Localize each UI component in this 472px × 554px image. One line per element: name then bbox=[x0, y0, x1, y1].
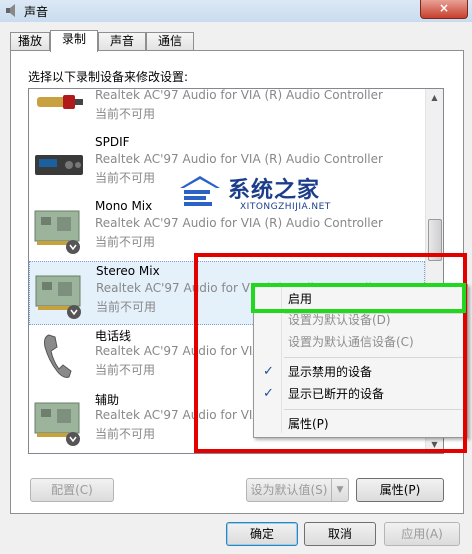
menu-item-show-disconnected[interactable]: ✓ 显示已断开的设备 bbox=[254, 383, 467, 405]
title-bar: 声音 × bbox=[0, 0, 472, 22]
spdif-device-icon bbox=[35, 155, 83, 175]
menu-item-set-default-comm[interactable]: 设置为默认通信设备(C) bbox=[254, 331, 467, 353]
device-name: Mono Mix bbox=[95, 199, 153, 213]
sound-dialog: 声音 × 播放 录制 声音 通信 选择以下录制设备来修改设置: Realtek … bbox=[0, 0, 472, 554]
rca-plug-icon bbox=[37, 95, 83, 109]
device-desc: Realtek AC'97 Audio for VIA (R) Audio Co… bbox=[95, 88, 383, 102]
menu-item-label: 属性(P) bbox=[288, 417, 329, 431]
watermark-text: 系统之家 bbox=[228, 178, 321, 203]
tab-recording[interactable]: 录制 bbox=[50, 30, 98, 52]
device-status: 当前不可用 bbox=[95, 107, 156, 121]
cancel-button[interactable]: 取消 bbox=[304, 522, 376, 546]
close-button[interactable]: × bbox=[420, 0, 468, 19]
sound-card-icon bbox=[35, 275, 81, 319]
device-name: 辅助 bbox=[95, 393, 120, 407]
device-name: Stereo Mix bbox=[96, 264, 160, 278]
window-title: 声音 bbox=[24, 5, 49, 19]
context-menu: 启用 设置为默认设备(D) 设置为默认通信设备(C) ✓ 显示禁用的设备 ✓ 显… bbox=[253, 284, 468, 438]
configure-button[interactable]: 配置(C) bbox=[30, 478, 114, 502]
scroll-thumb[interactable] bbox=[428, 219, 442, 261]
set-default-dropdown-icon[interactable]: ▼ bbox=[331, 478, 349, 502]
menu-item-set-default[interactable]: 设置为默认设备(D) bbox=[254, 309, 467, 331]
ok-button[interactable]: 确定 bbox=[226, 522, 298, 546]
watermark-subtext: XITONGZHIJIA.NET bbox=[240, 202, 331, 212]
device-status: 当前不可用 bbox=[95, 171, 156, 185]
telephone-icon bbox=[44, 334, 72, 378]
checkmark-icon: ✓ bbox=[263, 386, 274, 401]
menu-item-label: 显示禁用的设备 bbox=[288, 365, 373, 379]
device-status: 当前不可用 bbox=[95, 235, 156, 249]
menu-item-label: 显示已断开的设备 bbox=[288, 387, 385, 401]
menu-separator bbox=[284, 409, 464, 410]
properties-button[interactable]: 属性(P) bbox=[356, 478, 444, 502]
scroll-up-icon[interactable]: ▲ bbox=[426, 89, 443, 106]
watermark-icon bbox=[180, 176, 220, 206]
device-status: 当前不可用 bbox=[95, 363, 156, 377]
menu-item-label: 设置为默认通信设备(C) bbox=[288, 335, 414, 349]
menu-item-label: 启用 bbox=[288, 292, 313, 306]
menu-separator bbox=[284, 357, 464, 358]
speaker-icon bbox=[6, 4, 15, 17]
sound-card-icon bbox=[34, 402, 80, 446]
menu-item-label: 设置为默认设备(D) bbox=[288, 313, 391, 327]
scroll-down-icon[interactable]: ▼ bbox=[426, 436, 443, 453]
menu-item-enable[interactable]: 启用 bbox=[254, 288, 467, 310]
checkmark-icon: ✓ bbox=[263, 364, 274, 379]
device-name: 电话线 bbox=[95, 329, 132, 343]
instruction-text: 选择以下录制设备来修改设置: bbox=[28, 70, 189, 84]
tab-playback[interactable]: 播放 bbox=[10, 32, 50, 51]
device-status: 当前不可用 bbox=[95, 427, 156, 441]
set-default-button[interactable]: 设为默认值(S) bbox=[246, 478, 332, 502]
device-desc: Realtek AC'97 Audio for VIA (R) Audio Co… bbox=[95, 152, 383, 166]
tab-communications[interactable]: 通信 bbox=[146, 32, 194, 51]
menu-item-properties[interactable]: 属性(P) bbox=[254, 413, 467, 435]
sound-card-icon bbox=[34, 210, 80, 254]
watermark-logo: 系统之家 XITONGZHIJIA.NET bbox=[176, 172, 386, 214]
device-status: 当前不可用 bbox=[96, 300, 157, 314]
list-item[interactable]: Realtek AC'97 Audio for VIA (R) Audio Co… bbox=[29, 88, 425, 133]
tab-sounds[interactable]: 声音 bbox=[98, 32, 146, 51]
menu-item-show-disabled[interactable]: ✓ 显示禁用的设备 bbox=[254, 361, 467, 383]
device-name: SPDIF bbox=[95, 135, 130, 149]
device-desc: Realtek AC'97 Audio for VIA (R) Audio Co… bbox=[95, 216, 383, 230]
apply-button[interactable]: 应用(A) bbox=[384, 522, 460, 546]
